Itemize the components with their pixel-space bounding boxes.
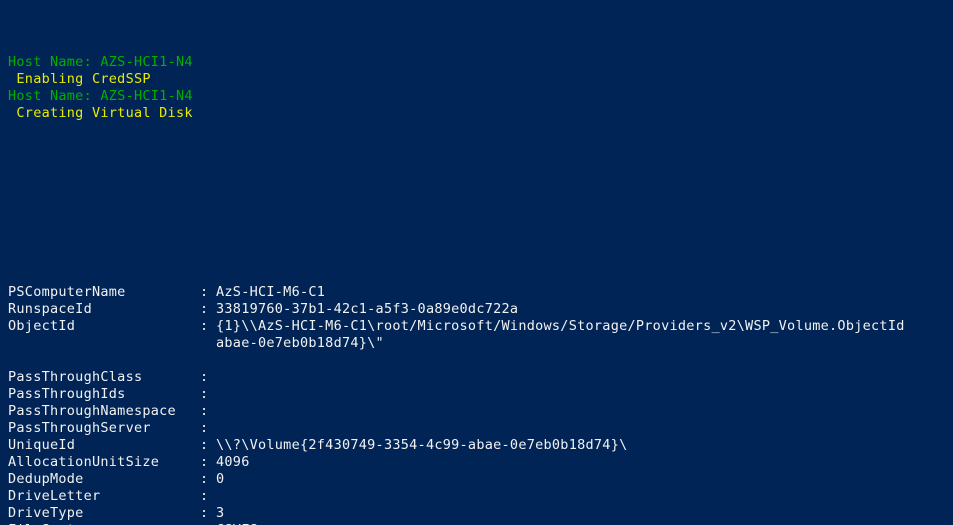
- console-line: Host Name: AZS-HCI1-N4: [8, 88, 193, 104]
- property-separator: :: [200, 488, 209, 504]
- property-separator: :: [200, 369, 209, 385]
- property-separator: :: [200, 454, 209, 470]
- property-name: PassThroughNamespace: [8, 403, 176, 419]
- property-row: RunspaceId:33819760-37b1-42c1-a5f3-0a89e…: [8, 301, 953, 318]
- property-name: PassThroughClass: [8, 369, 143, 385]
- property-row: PSComputerName: AzS-HCI-M6-C1: [8, 284, 953, 301]
- console-line: Creating Virtual Disk: [8, 105, 193, 121]
- property-name: UniqueId: [8, 437, 76, 453]
- volume-property-list: PSComputerName: AzS-HCI-M6-C1 RunspaceId:3…: [8, 284, 953, 525]
- property-value: 4096: [216, 454, 250, 470]
- property-name: PassThroughServer: [8, 420, 151, 436]
- property-name: DriveType: [8, 505, 84, 521]
- property-value: 3: [216, 505, 225, 521]
- console-line: Enabling CredSSP: [8, 71, 151, 87]
- property-separator: :: [200, 471, 209, 487]
- property-separator: :: [200, 420, 209, 436]
- property-value: abae-0e7eb0b18d74}\": [216, 335, 384, 351]
- property-separator: :: [200, 301, 209, 317]
- property-name: RunspaceId: [8, 301, 92, 317]
- property-row: ObjectId: {1}\\AzS-HCI-M6-C1\root/Microso…: [8, 318, 953, 335]
- property-separator: :: [200, 505, 209, 521]
- powershell-console-window[interactable]: Host Name: AZS-HCI1-N4 Enabling CredSSP H…: [0, 0, 953, 525]
- console-output-area[interactable]: Host Name: AZS-HCI1-N4 Enabling CredSSP H…: [0, 0, 953, 525]
- property-row: PassThroughServer:: [8, 420, 953, 437]
- property-name: ObjectId: [8, 318, 76, 334]
- property-row: DriveType:3: [8, 505, 953, 522]
- property-row: UniqueId: \\?\Volume{2f430749-3354-4c99-a…: [8, 437, 953, 454]
- property-value: AzS-HCI-M6-C1: [216, 284, 326, 300]
- property-separator: :: [200, 284, 209, 300]
- property-row: PassThroughIds:: [8, 386, 953, 403]
- property-separator: :: [200, 437, 209, 453]
- property-value: \\?\Volume{2f430749-3354-4c99-abae-0e7eb…: [216, 437, 628, 453]
- property-name: DriveLetter: [8, 488, 101, 504]
- property-value: {1}\\AzS-HCI-M6-C1\root/Microsoft/Window…: [216, 318, 905, 334]
- property-name: AllocationUnitSize: [8, 454, 160, 470]
- property-value: 0: [216, 471, 225, 487]
- console-line: Host Name: AZS-HCI1-N4: [8, 54, 193, 70]
- property-name: PSComputerName: [8, 284, 126, 300]
- property-name: PassThroughIds: [8, 386, 126, 402]
- property-separator: :: [200, 386, 209, 402]
- property-separator: :: [200, 403, 209, 419]
- property-row: PassThroughClass:: [8, 369, 953, 386]
- header-output-block: Host Name: AZS-HCI1-N4 Enabling CredSSP H…: [8, 54, 953, 122]
- property-value: 33819760-37b1-42c1-a5f3-0a89e0dc722a: [216, 301, 519, 317]
- property-row: AllocationUnitSize:4096: [8, 454, 953, 471]
- property-separator: :: [200, 318, 209, 334]
- property-name: DedupMode: [8, 471, 84, 487]
- property-row: abae-0e7eb0b18d74}\": [8, 335, 953, 352]
- property-row: PassThroughNamespace:: [8, 403, 953, 420]
- property-row: DedupMode:0: [8, 471, 953, 488]
- property-row: DriveLetter:: [8, 488, 953, 505]
